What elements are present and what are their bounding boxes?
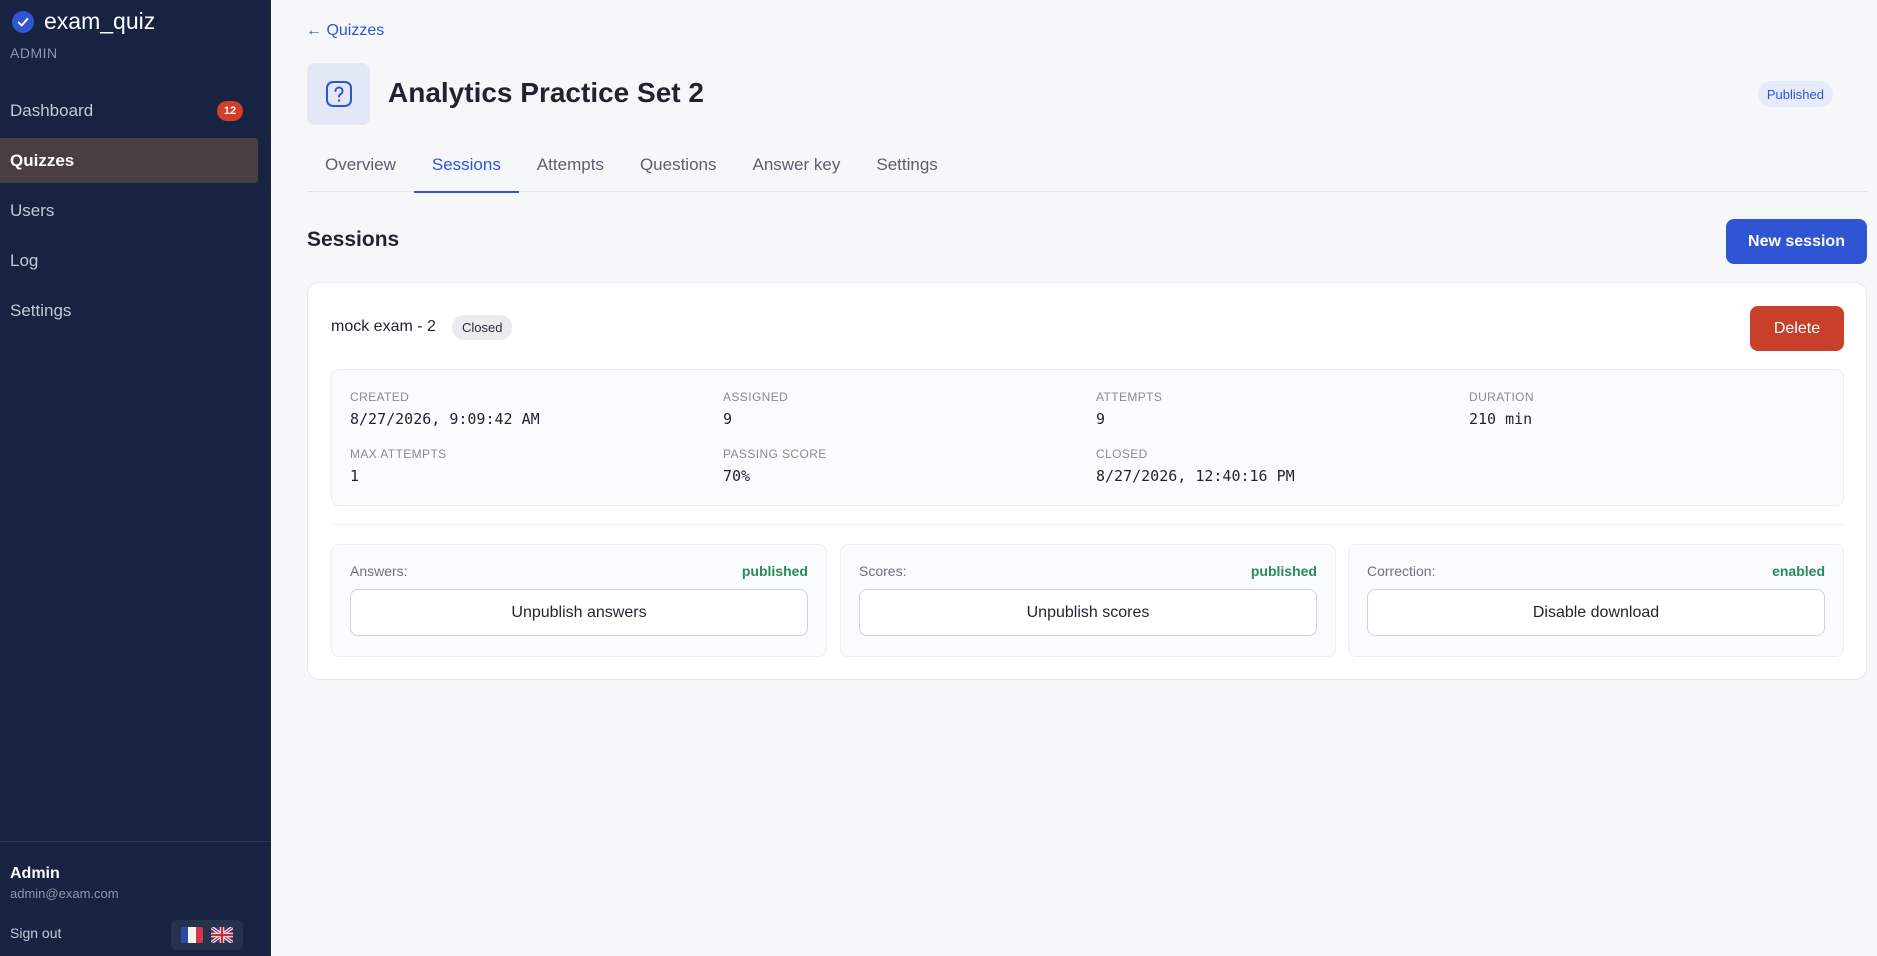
- info-value: 9: [723, 410, 733, 428]
- sidebar-item-users[interactable]: Users: [0, 188, 258, 233]
- info-duration: DURATION 210 min: [1469, 390, 1534, 428]
- status-badge: Published: [1757, 81, 1833, 107]
- scores-panel: Scores: published Unpublish scores: [840, 544, 1336, 657]
- scores-label: Scores:: [859, 563, 907, 579]
- tab-sessions[interactable]: Sessions: [413, 145, 519, 193]
- info-value: 1: [350, 467, 360, 485]
- sidebar-item-label: Settings: [10, 300, 72, 320]
- correction-state: enabled: [1772, 563, 1825, 579]
- disable-download-button[interactable]: Disable download: [1367, 589, 1825, 636]
- sidebar-item-label: Users: [10, 200, 55, 220]
- language-switcher: [171, 920, 243, 950]
- info-label: DURATION: [1469, 390, 1534, 404]
- card-divider: [331, 524, 1844, 525]
- info-closed: CLOSED 8/27/2026, 12:40:16 PM: [1096, 447, 1295, 485]
- info-value: 9: [1096, 410, 1106, 428]
- info-label: ATTEMPTS: [1096, 390, 1163, 404]
- info-value: 210 min: [1469, 410, 1533, 428]
- sidebar-nav: Dashboard 12 Quizzes Users Log Settings: [0, 88, 271, 338]
- info-value: 8/27/2026, 9:09:42 AM: [350, 410, 540, 428]
- info-passing-score: PASSING SCORE 70%: [723, 447, 827, 485]
- unpublish-scores-button[interactable]: Unpublish scores: [859, 589, 1317, 636]
- correction-label: Correction:: [1367, 563, 1436, 579]
- section-title: Sessions: [307, 228, 400, 251]
- brand[interactable]: exam_quiz: [12, 8, 155, 35]
- sidebar: exam_quiz ADMIN Dashboard 12 Quizzes Use…: [0, 0, 271, 956]
- tab-attempts[interactable]: Attempts: [519, 145, 622, 192]
- tab-bar: Overview Sessions Attempts Questions Ans…: [307, 145, 1867, 193]
- page-title: Analytics Practice Set 2: [388, 77, 704, 108]
- back-to-quizzes-link[interactable]: ← Quizzes: [306, 22, 384, 40]
- info-attempts: ATTEMPTS 9: [1096, 390, 1162, 428]
- tab-questions[interactable]: Questions: [622, 145, 735, 192]
- correction-panel: Correction: enabled Disable download: [1348, 544, 1844, 657]
- app-role: ADMIN: [10, 45, 58, 61]
- session-name: mock exam - 2: [331, 318, 436, 335]
- sidebar-item-label: Dashboard: [10, 100, 94, 120]
- sidebar-item-label: Quizzes: [10, 150, 75, 170]
- question-icon: [307, 63, 370, 125]
- answers-label: Answers:: [350, 563, 408, 579]
- sidebar-divider: [0, 841, 271, 842]
- user-name: Admin: [10, 865, 60, 882]
- user-email: admin@exam.com: [10, 886, 119, 901]
- new-session-button[interactable]: New session: [1726, 219, 1867, 264]
- tab-answer-key[interactable]: Answer key: [734, 145, 858, 192]
- scores-state: published: [1250, 563, 1317, 579]
- session-card: mock exam - 2 Closed Delete CREATED 8/27…: [307, 282, 1867, 680]
- check-circle-icon: [12, 10, 34, 33]
- info-created: CREATED 8/27/2026, 9:09:42 AM: [350, 390, 540, 428]
- info-label: CREATED: [350, 390, 410, 404]
- main-content: ← Quizzes Analytics Practice Set 2 Publi…: [271, 0, 1877, 956]
- info-assigned: ASSIGNED 9: [723, 390, 788, 428]
- session-status-badge: Closed: [452, 315, 513, 340]
- app-name: exam_quiz: [44, 8, 156, 34]
- info-label: CLOSED: [1096, 447, 1148, 461]
- tab-overview[interactable]: Overview: [307, 145, 414, 192]
- info-value: 70%: [723, 467, 751, 485]
- sign-out-link[interactable]: Sign out: [10, 925, 61, 941]
- uk-flag-icon[interactable]: [211, 927, 233, 943]
- info-value: 8/27/2026, 12:40:16 PM: [1096, 467, 1295, 485]
- tab-settings[interactable]: Settings: [858, 145, 955, 192]
- sidebar-item-log[interactable]: Log: [0, 238, 258, 283]
- sidebar-item-label: Log: [10, 250, 39, 270]
- info-max-attempts: MAX ATTEMPTS 1: [350, 447, 447, 485]
- unpublish-answers-button[interactable]: Unpublish answers: [350, 589, 808, 636]
- info-label: ASSIGNED: [723, 390, 789, 404]
- answers-state: published: [741, 563, 808, 579]
- answers-panel: Answers: published Unpublish answers: [331, 544, 827, 657]
- sidebar-item-quizzes[interactable]: Quizzes: [0, 138, 258, 183]
- session-info: CREATED 8/27/2026, 9:09:42 AM ASSIGNED 9…: [331, 369, 1844, 506]
- french-flag-icon[interactable]: [181, 927, 203, 943]
- notification-badge: 12: [217, 101, 243, 121]
- info-label: MAX ATTEMPTS: [350, 447, 447, 461]
- sidebar-item-settings[interactable]: Settings: [0, 288, 258, 333]
- sidebar-item-dashboard[interactable]: Dashboard 12: [0, 88, 258, 133]
- delete-session-button[interactable]: Delete: [1750, 306, 1844, 351]
- info-label: PASSING SCORE: [723, 447, 827, 461]
